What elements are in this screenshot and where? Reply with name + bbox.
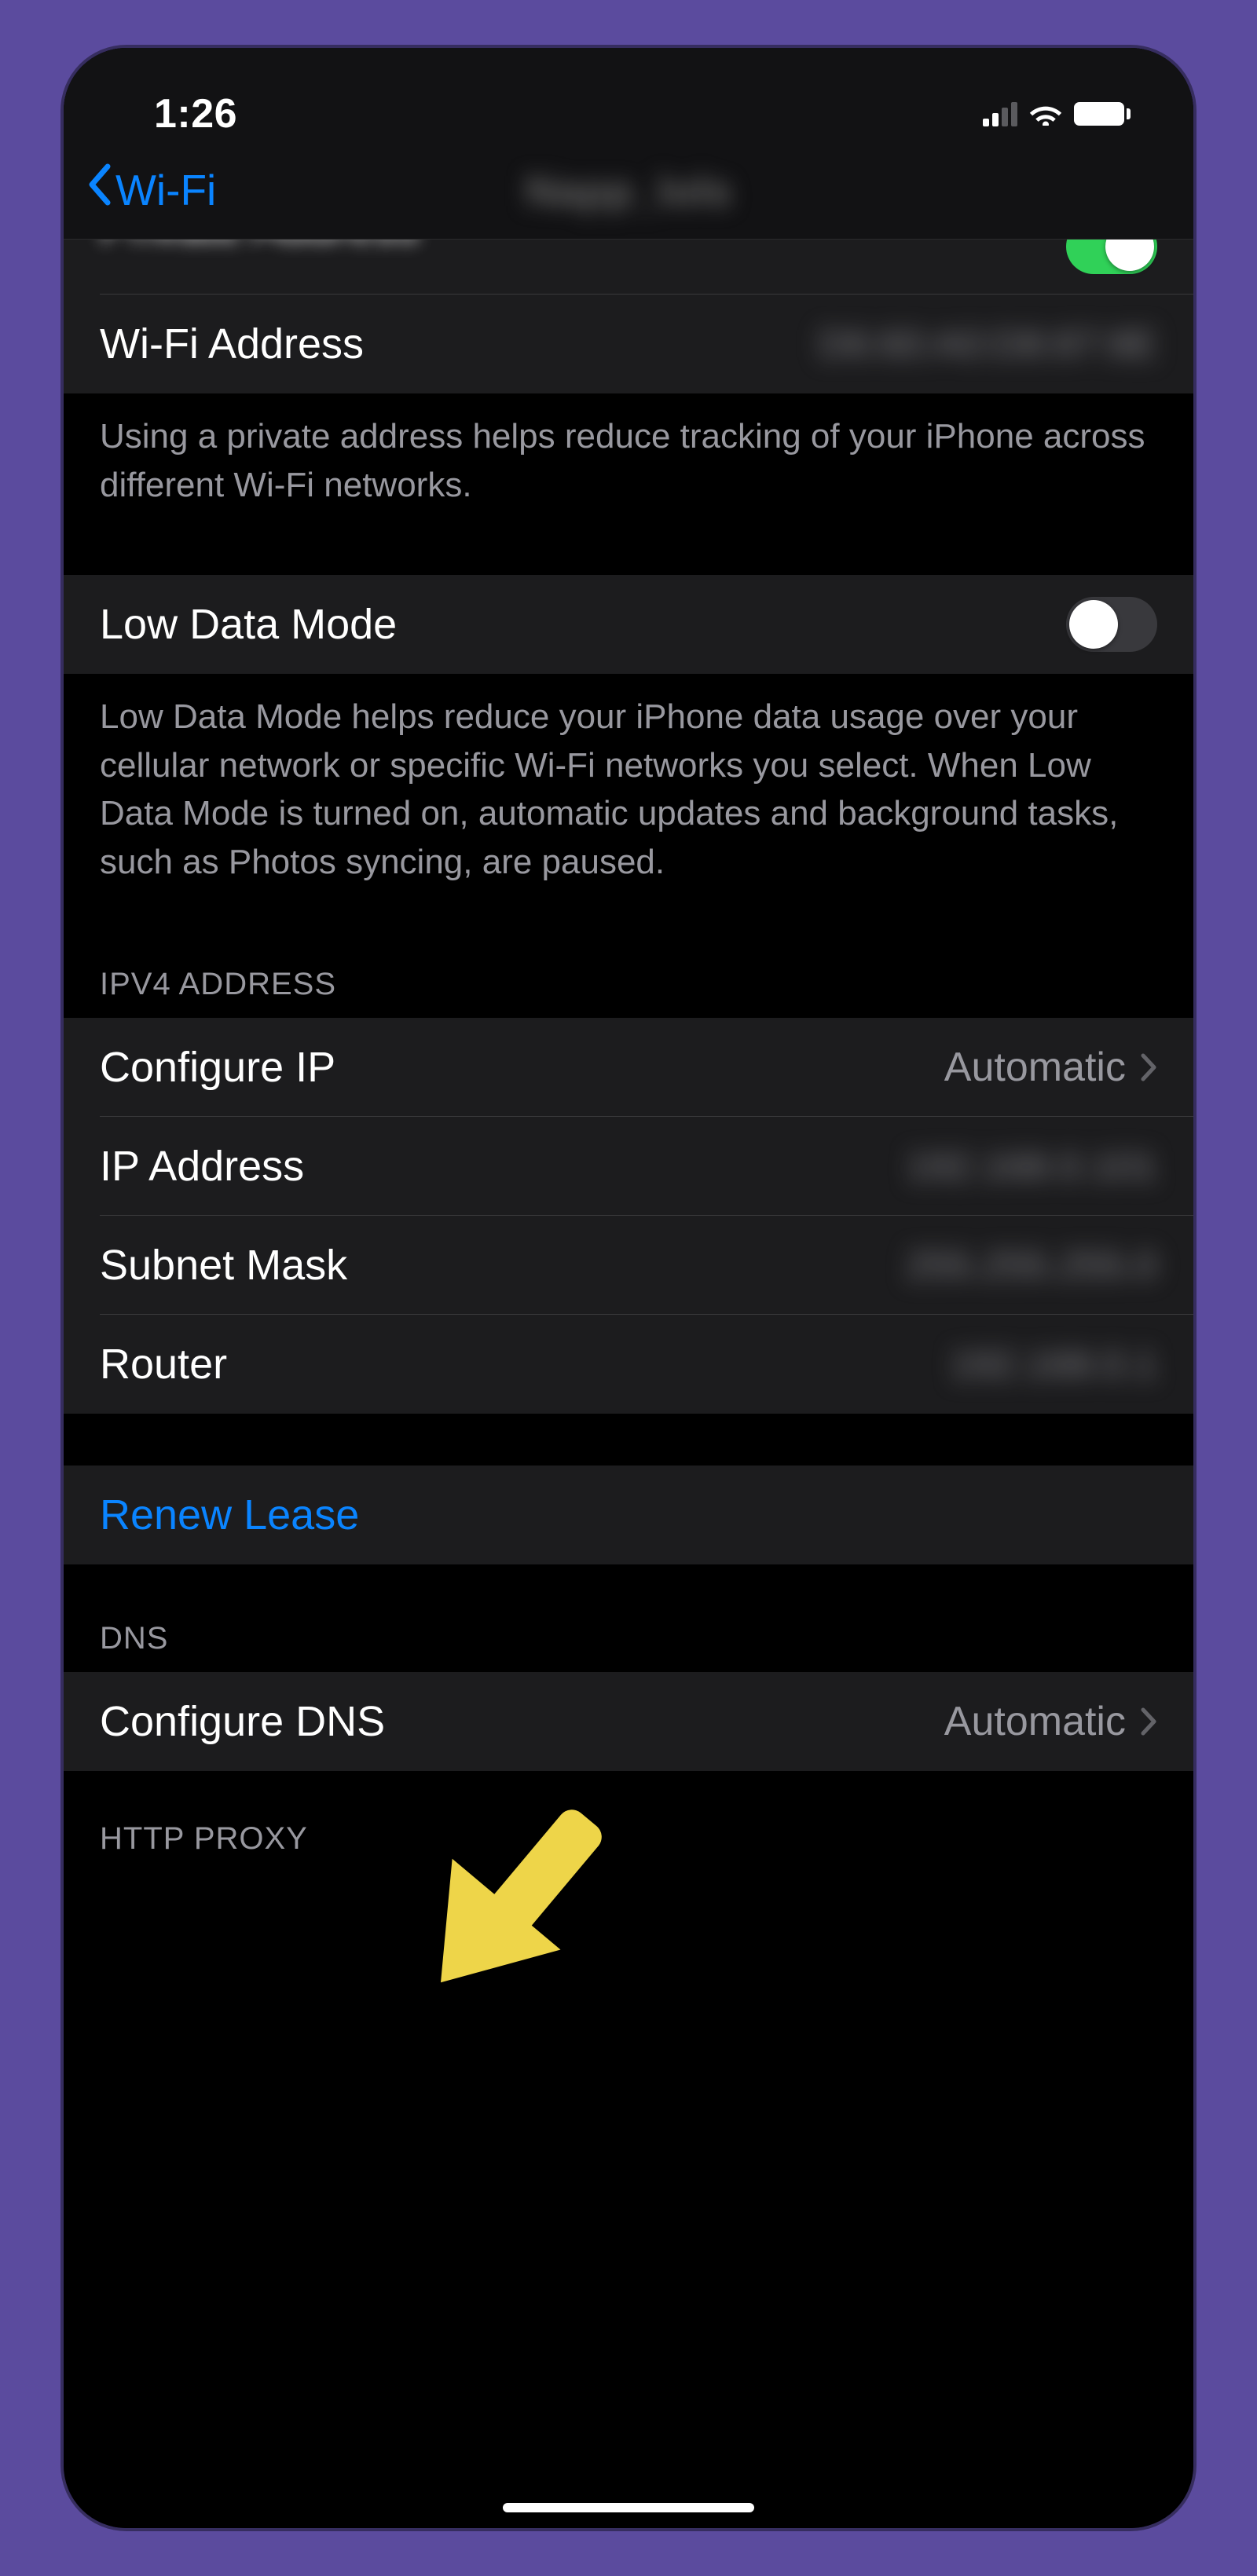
back-button[interactable]: Wi-Fi: [86, 163, 216, 216]
subnet-mask-label: Subnet Mask: [100, 1241, 347, 1290]
chevron-right-icon: [1140, 1043, 1157, 1092]
section-gap: [64, 1414, 1193, 1465]
nav-header: Wi-Fi Napp_lols: [64, 150, 1193, 240]
renew-lease-row[interactable]: Renew Lease: [64, 1465, 1193, 1564]
configure-ip-row[interactable]: Configure IP Automatic: [64, 1018, 1193, 1117]
private-address-footer: Using a private address helps reduce tra…: [64, 393, 1193, 532]
renew-lease-button[interactable]: Renew Lease: [100, 1491, 359, 1539]
subnet-mask-value: 255.255.255.0: [906, 1242, 1157, 1288]
low-data-mode-row[interactable]: Low Data Mode: [64, 575, 1193, 674]
private-address-label: Private Address: [100, 240, 419, 253]
chevron-left-icon: [86, 163, 112, 216]
status-time: 1:26: [154, 90, 237, 137]
ip-address-label: IP Address: [100, 1142, 304, 1191]
configure-ip-value: Automatic: [944, 1044, 1126, 1091]
router-label: Router: [100, 1340, 227, 1389]
ip-address-value: 192.168.0.101: [906, 1143, 1157, 1189]
low-data-mode-toggle[interactable]: [1066, 597, 1157, 652]
private-address-toggle[interactable]: [1066, 240, 1157, 274]
phone-frame: 1:26 Wi-Fi Napp_lols: [64, 48, 1193, 2528]
screen: 1:26 Wi-Fi Napp_lols: [64, 48, 1193, 2528]
back-label: Wi-Fi: [115, 165, 216, 215]
configure-ip-label: Configure IP: [100, 1043, 335, 1092]
section-gap: [64, 532, 1193, 575]
low-data-mode-footer: Low Data Mode helps reduce your iPhone d…: [64, 674, 1193, 909]
ip-address-row: IP Address 192.168.0.101: [64, 1117, 1193, 1216]
router-value: 192.168.0.1: [950, 1341, 1157, 1387]
battery-icon: [1074, 102, 1131, 126]
wifi-icon: [1028, 99, 1063, 130]
status-icons: [983, 99, 1131, 130]
subnet-mask-row: Subnet Mask 255.255.255.0: [64, 1216, 1193, 1315]
nav-title-blurred: Napp_lols: [526, 165, 732, 215]
home-indicator[interactable]: [503, 2503, 754, 2512]
configure-dns-value: Automatic: [944, 1698, 1126, 1745]
http-proxy-section-header: HTTP PROXY: [64, 1771, 1193, 1857]
ipv4-section-header: IPV4 ADDRESS: [64, 910, 1193, 1018]
wifi-address-row: Wi‑Fi Address D6:60:A0:D8:87:8E: [64, 295, 1193, 393]
router-row: Router 192.168.0.1: [64, 1315, 1193, 1414]
low-data-mode-label: Low Data Mode: [100, 600, 397, 649]
status-bar: 1:26: [64, 48, 1193, 150]
configure-dns-label: Configure DNS: [100, 1697, 385, 1746]
configure-dns-row[interactable]: Configure DNS Automatic: [64, 1672, 1193, 1771]
wifi-address-value: D6:60:A0:D8:87:8E: [819, 321, 1157, 367]
content-area[interactable]: Private Address Wi‑Fi Address D6:60:A0:D…: [64, 240, 1193, 2528]
private-address-row[interactable]: Private Address: [64, 240, 1193, 295]
chevron-right-icon: [1140, 1697, 1157, 1746]
configure-ip-value-wrap: Automatic: [944, 1043, 1157, 1092]
cellular-icon: [983, 101, 1017, 126]
wifi-address-label: Wi‑Fi Address: [100, 320, 364, 368]
dns-section-header: DNS: [64, 1564, 1193, 1672]
configure-dns-value-wrap: Automatic: [944, 1697, 1157, 1746]
